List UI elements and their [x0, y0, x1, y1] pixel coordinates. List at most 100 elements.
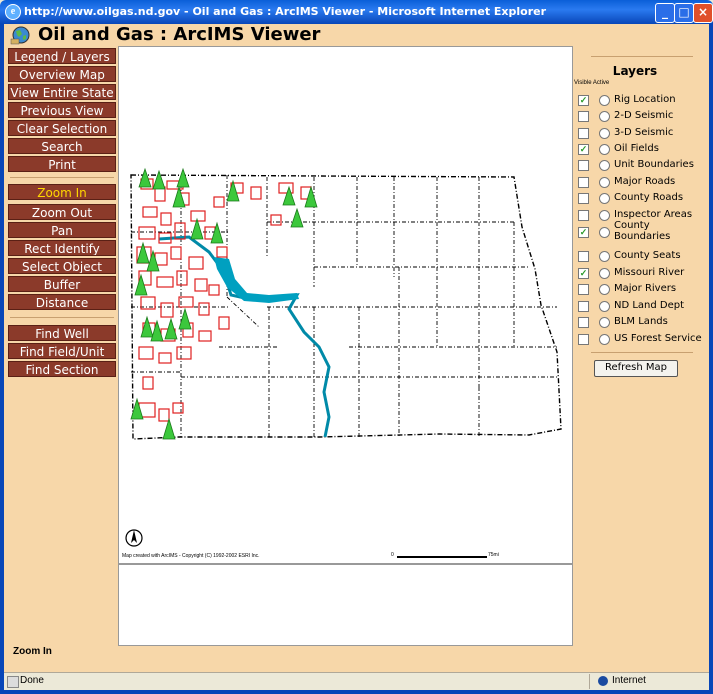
layer-visible-checkbox[interactable] [578, 317, 589, 328]
layer-active-radio[interactable] [599, 317, 610, 328]
close-button[interactable]: × [693, 3, 713, 23]
security-zone-label: Internet [612, 675, 646, 686]
layer-name: BLM Lands [614, 316, 668, 327]
status-divider [589, 674, 590, 689]
layer-name: County Roads [614, 192, 684, 203]
layer-visible-checkbox[interactable]: ✓ [578, 268, 589, 279]
scale-end-label: 75mi [488, 552, 499, 558]
page-status-icon [7, 676, 19, 688]
layer-active-radio[interactable] [599, 268, 610, 279]
layer-row: US Forest Service [578, 331, 708, 347]
layer-name: County Seats [614, 250, 681, 261]
layers-column-header: Visible Active [574, 80, 610, 86]
app-header: Oil and Gas : ArcIMS Viewer [4, 24, 709, 46]
layers-divider [591, 56, 693, 57]
browser-status-bar: Done Internet [4, 672, 709, 691]
layer-row: ✓ Rig Location [578, 92, 708, 108]
layer-name: ND Land Dept [614, 300, 685, 311]
toolbar-divider [10, 317, 114, 318]
layer-visible-checkbox[interactable] [578, 160, 589, 171]
layer-visible-checkbox[interactable]: ✓ [578, 227, 589, 238]
layers-panel: Layers Visible Active ✓ Rig Location 2-D S… [574, 46, 709, 646]
layer-row: ND Land Dept [578, 298, 708, 314]
buffer-button[interactable]: Buffer [8, 276, 116, 292]
layer-active-radio[interactable] [599, 210, 610, 221]
layer-row: BLM Lands [578, 314, 708, 330]
find-section-button[interactable]: Find Section [8, 361, 116, 377]
minimize-button[interactable]: _ [655, 3, 675, 23]
current-mode-label: Zoom In [13, 646, 52, 657]
layer-row: Unit Boundaries [578, 157, 708, 173]
layer-active-radio[interactable] [599, 301, 610, 312]
layer-visible-checkbox[interactable] [578, 111, 589, 122]
scale-bar [397, 556, 487, 558]
layer-visible-checkbox[interactable] [578, 334, 589, 345]
layer-name: Major Roads [614, 176, 676, 187]
rect-identify-button[interactable]: Rect Identify [8, 240, 116, 256]
maximize-button[interactable]: □ [674, 3, 694, 23]
layer-name: US Forest Service [614, 333, 702, 344]
layer-name: Missouri River [614, 267, 685, 278]
layer-visible-checkbox[interactable] [578, 284, 589, 295]
north-arrow-icon [125, 529, 143, 547]
layer-visible-checkbox[interactable] [578, 193, 589, 204]
north-dakota-map [130, 167, 562, 440]
layer-visible-checkbox[interactable] [578, 177, 589, 188]
scale-start-label: 0 [391, 552, 394, 558]
previous-view-button[interactable]: Previous View [8, 102, 116, 118]
app-title: Oil and Gas : ArcIMS Viewer [38, 24, 321, 45]
refresh-map-button[interactable]: Refresh Map [594, 360, 678, 377]
layer-active-radio[interactable] [599, 144, 610, 155]
layer-active-radio[interactable] [599, 334, 610, 345]
layer-visible-checkbox[interactable]: ✓ [578, 95, 589, 106]
layer-name: County Boundaries [614, 220, 671, 242]
left-toolbar: Legend / Layers Overview Map View Entire… [4, 46, 118, 646]
layer-name: Inspector Areas [614, 209, 693, 220]
legend-layers-button[interactable]: Legend / Layers [8, 48, 116, 64]
lake-sakakawea [214, 257, 299, 303]
identify-results-panel [118, 564, 573, 646]
zoom-out-button[interactable]: Zoom Out [8, 204, 116, 220]
window-title-bar[interactable]: e http://www.oilgas.nd.gov - Oil and Gas… [0, 0, 713, 24]
internet-explorer-icon: e [5, 4, 21, 20]
layers-title: Layers [612, 64, 658, 78]
layer-row: ✓ Oil Fields [578, 141, 708, 157]
layer-active-radio[interactable] [599, 160, 610, 171]
search-button[interactable]: Search [8, 138, 116, 154]
layer-active-radio[interactable] [599, 128, 610, 139]
print-button[interactable]: Print [8, 156, 116, 172]
layer-name: Unit Boundaries [614, 159, 694, 170]
layer-row: Major Rivers [578, 281, 708, 297]
layer-name: Rig Location [614, 94, 676, 105]
layer-active-radio[interactable] [599, 111, 610, 122]
zoom-in-button[interactable]: Zoom In [8, 184, 116, 200]
layer-visible-checkbox[interactable] [578, 210, 589, 221]
pan-button[interactable]: Pan [8, 222, 116, 238]
clear-selection-button[interactable]: Clear Selection [8, 120, 116, 136]
distance-button[interactable]: Distance [8, 294, 116, 310]
find-field-unit-button[interactable]: Find Field/Unit [8, 343, 116, 359]
layer-visible-checkbox[interactable] [578, 251, 589, 262]
select-object-button[interactable]: Select Object [8, 258, 116, 274]
status-text: Done [20, 675, 44, 686]
layer-active-radio[interactable] [599, 251, 610, 262]
layer-visible-checkbox[interactable] [578, 128, 589, 139]
overview-map-button[interactable]: Overview Map [8, 66, 116, 82]
layer-row: Major Roads [578, 174, 708, 190]
layer-active-radio[interactable] [599, 95, 610, 106]
find-well-button[interactable]: Find Well [8, 325, 116, 341]
layer-visible-checkbox[interactable] [578, 301, 589, 312]
window-border-right [709, 24, 713, 694]
layer-active-radio[interactable] [599, 177, 610, 188]
layer-active-radio[interactable] [599, 193, 610, 204]
layer-active-radio[interactable] [599, 284, 610, 295]
view-entire-state-button[interactable]: View Entire State [8, 84, 116, 100]
layer-name: Major Rivers [614, 283, 677, 294]
layer-active-radio[interactable] [599, 227, 610, 238]
layer-row: 2-D Seismic [578, 108, 708, 124]
toolbar-divider [10, 177, 114, 178]
layer-visible-checkbox[interactable]: ✓ [578, 144, 589, 155]
layer-row: 3-D Seismic [578, 125, 708, 141]
map-view[interactable]: Map created with ArcIMS - Copyright (C) … [118, 46, 573, 564]
mode-status-strip: Zoom In [4, 646, 709, 670]
